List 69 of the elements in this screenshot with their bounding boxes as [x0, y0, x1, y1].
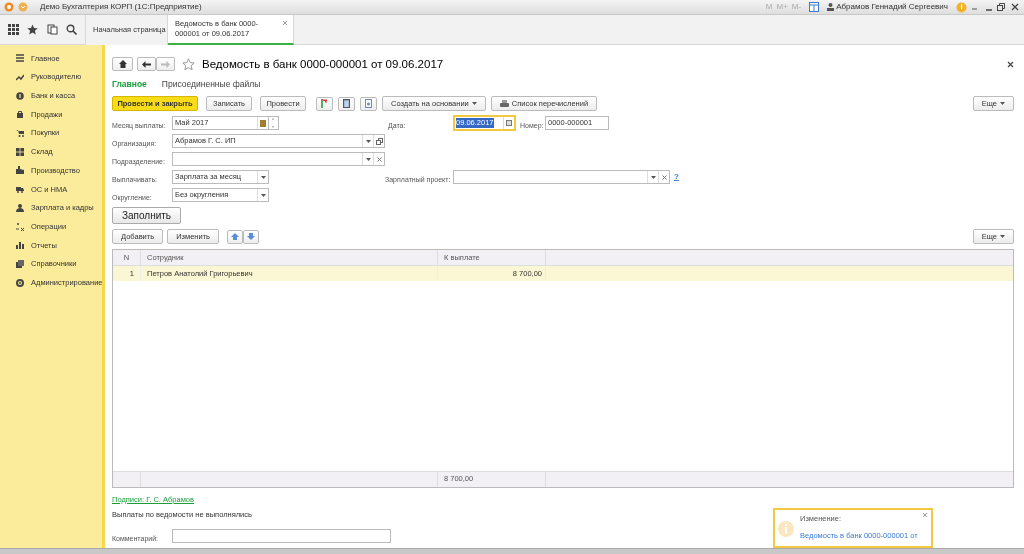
trend-icon [16, 73, 24, 82]
gear-icon [16, 278, 24, 287]
app-logo-icon [4, 2, 14, 12]
panel-layout-icon [809, 2, 820, 12]
help-link[interactable]: ? [674, 171, 679, 184]
person-icon [16, 203, 24, 212]
star-icon [182, 57, 195, 71]
calendar-icon [506, 120, 512, 127]
forward-arrow-icon [161, 60, 170, 68]
fill-button[interactable]: Заполнить [112, 207, 181, 225]
window-title: Демо Бухгалтерия КОРП (1С:Предприятие) [40, 1, 202, 13]
search-icon [65, 24, 77, 35]
caret-icon [1000, 235, 1005, 239]
back-button[interactable] [137, 57, 156, 72]
move-up-button[interactable] [227, 229, 243, 244]
caret-icon [650, 175, 656, 179]
info-icon [956, 1, 967, 13]
caret-icon [365, 139, 371, 143]
truck-icon [16, 185, 24, 194]
caret-icon [471, 102, 477, 106]
back-arrow-icon [142, 60, 151, 68]
operations-icon [16, 222, 24, 231]
flag-icon [320, 99, 329, 109]
star-icon [27, 24, 39, 35]
comment-field[interactable] [172, 529, 391, 543]
caret-icon [365, 157, 371, 161]
minimize-icon [986, 8, 992, 11]
clear-icon [661, 174, 667, 180]
clear-icon [376, 156, 382, 162]
report-icon-button[interactable] [360, 96, 377, 111]
user-name[interactable]: Абрамов Геннадий Сергеевич [827, 1, 948, 13]
home-icon [118, 60, 127, 69]
close-icon [1007, 60, 1014, 68]
close-icon [922, 512, 928, 518]
caret-icon [260, 193, 266, 197]
menu-circle-icon [18, 2, 28, 12]
bar-chart-icon [16, 241, 24, 250]
grid-icon [16, 147, 24, 156]
document-icon-button[interactable] [338, 96, 355, 111]
caret-icon [1000, 102, 1005, 106]
list-icon [16, 54, 24, 63]
close-icon [282, 20, 288, 26]
cart-icon [16, 129, 24, 138]
open-icon [375, 137, 383, 145]
close-icon [1010, 2, 1020, 12]
document-title: Ведомость в банк 0000-000001 от 09.06.2017 [202, 56, 444, 72]
form-tab[interactable]: Главное [112, 77, 147, 91]
up-arrow-icon [231, 233, 239, 241]
factory-icon [16, 166, 24, 175]
home-button[interactable] [112, 57, 133, 72]
printer-icon [499, 99, 509, 108]
person-icon [827, 3, 835, 11]
coin-icon [16, 91, 24, 100]
journal-icon-button[interactable] [316, 96, 333, 111]
department-field[interactable] [172, 152, 385, 167]
form-tab[interactable]: Присоединенные файлы [161, 77, 261, 91]
restore-icon [996, 2, 1006, 12]
move-down-button[interactable] [243, 229, 259, 244]
caret-icon [260, 175, 266, 179]
spinner[interactable] [269, 116, 279, 131]
bag-icon [16, 110, 24, 119]
apps-grid-icon [8, 24, 20, 35]
history-icon [46, 24, 58, 35]
report-icon [365, 99, 372, 109]
books-icon [16, 259, 24, 268]
document-icon [343, 99, 350, 109]
salary-project-field[interactable] [453, 170, 670, 185]
down-arrow-icon [247, 233, 255, 241]
info-icon [778, 521, 794, 537]
